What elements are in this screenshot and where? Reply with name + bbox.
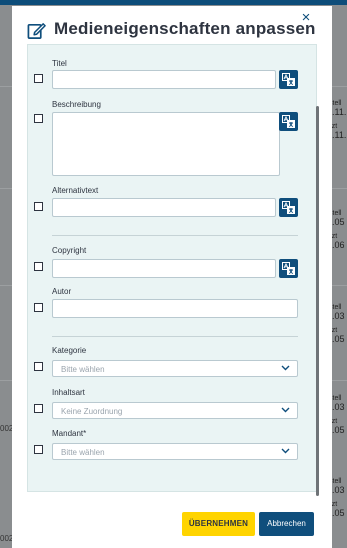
chevron-down-icon	[281, 365, 290, 371]
alternativtext-checkbox[interactable]	[34, 202, 43, 211]
beschreibung-checkbox[interactable]	[34, 114, 43, 123]
chevron-down-icon	[281, 407, 290, 413]
titel-label: Titel	[52, 59, 67, 68]
copyright-translate-button[interactable]	[279, 259, 298, 278]
titel-checkbox[interactable]	[34, 74, 43, 83]
close-button[interactable]: ×	[298, 10, 314, 26]
chevron-down-icon	[281, 448, 290, 454]
section-divider	[52, 336, 298, 337]
translate-icon	[282, 262, 295, 275]
autor-label: Autor	[52, 287, 72, 296]
titel-input[interactable]	[52, 70, 276, 89]
section-divider	[52, 235, 298, 236]
mandant-select[interactable]: Bitte wählen	[52, 443, 298, 460]
kategorie-selected-value: Bitte wählen	[61, 365, 105, 374]
kategorie-select[interactable]: Bitte wählen	[52, 360, 298, 377]
translate-icon	[282, 73, 295, 86]
alternativtext-translate-button[interactable]	[279, 198, 298, 217]
apply-button[interactable]: ÜBERNEHMEN	[182, 512, 255, 536]
translate-icon	[282, 115, 295, 128]
mandant-label: Mandant*	[52, 429, 87, 438]
kategorie-checkbox[interactable]	[34, 362, 43, 371]
edit-icon	[27, 23, 46, 39]
copyright-input[interactable]	[52, 259, 276, 278]
titel-translate-button[interactable]	[279, 70, 298, 89]
autor-input[interactable]	[52, 299, 298, 318]
inhaltsart-checkbox[interactable]	[34, 404, 43, 413]
inhaltsart-select[interactable]: Keine Zuordnung	[52, 402, 298, 419]
translate-icon	[282, 201, 295, 214]
inhaltsart-label: Inhaltsart	[52, 388, 85, 397]
dialog-footer: ÜBERNEHMEN Abbrechen	[12, 502, 332, 548]
scrollbar[interactable]	[316, 106, 319, 496]
kategorie-label: Kategorie	[52, 346, 87, 355]
beschreibung-textarea[interactable]	[52, 112, 280, 176]
media-properties-dialog: Medieneigenschaften anpassen × Titel Bes…	[12, 6, 332, 548]
beschreibung-label: Beschreibung	[52, 100, 101, 109]
mandant-selected-value: Bitte wählen	[61, 448, 105, 457]
copyright-label: Copyright	[52, 246, 87, 255]
alternativtext-input[interactable]	[52, 198, 276, 217]
dialog-header: Medieneigenschaften anpassen ×	[12, 6, 332, 46]
cancel-button[interactable]: Abbrechen	[259, 512, 314, 536]
inhaltsart-selected-value: Keine Zuordnung	[61, 407, 123, 416]
alternativtext-label: Alternativtext	[52, 186, 99, 195]
copyright-checkbox[interactable]	[34, 262, 43, 271]
mandant-checkbox[interactable]	[34, 445, 43, 454]
beschreibung-translate-button[interactable]	[279, 112, 298, 131]
dialog-title: Medieneigenschaften anpassen	[54, 19, 316, 38]
autor-checkbox[interactable]	[34, 303, 43, 312]
